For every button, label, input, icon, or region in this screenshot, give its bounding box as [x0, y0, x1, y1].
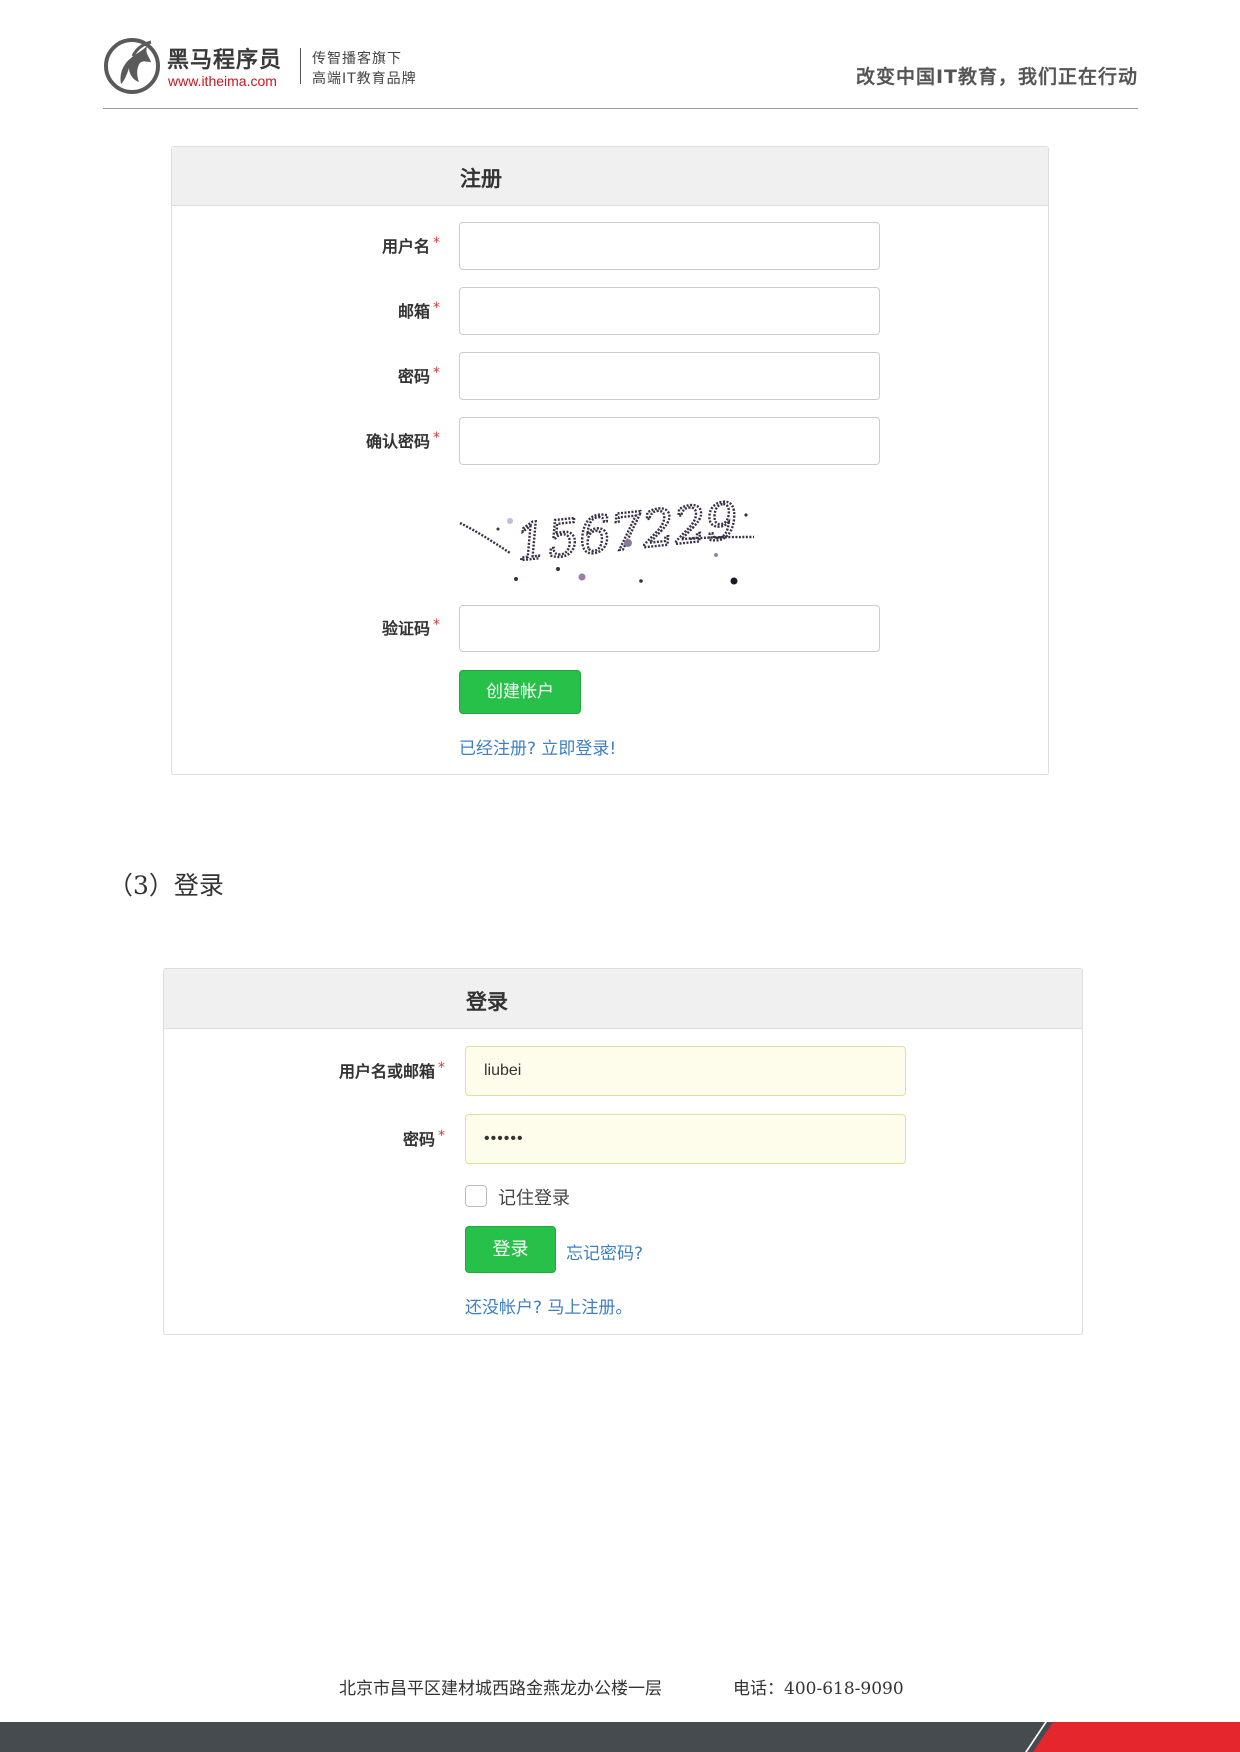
login-password-label: 密码 * [402, 1128, 445, 1149]
brand-url: www.itheima.com [168, 73, 277, 89]
forgot-password-link[interactable]: 忘记密码? [566, 1239, 643, 1264]
required-mark: * [433, 430, 440, 446]
footer-phone: 电话：400-618-9090 [733, 1679, 904, 1699]
captcha-label: 验证码 * [381, 617, 440, 638]
register-panel-heading: 注册 [172, 147, 1048, 206]
page-header: 黑马程序员 www.itheima.com 传智播客旗下 高端IT教育品牌 改变… [103, 36, 1138, 109]
login-password-input[interactable] [465, 1114, 906, 1164]
login-panel-heading: 登录 [164, 969, 1082, 1029]
login-button[interactable]: 登录 [465, 1226, 556, 1273]
brand-tagline-line2: 高端IT教育品牌 [312, 71, 417, 87]
register-title: 注册 [460, 167, 502, 191]
required-mark: * [438, 1128, 445, 1144]
already-registered-login-link[interactable]: 已经注册? 立即登录! [459, 734, 616, 759]
create-account-button[interactable]: 创建帐户 [459, 670, 581, 714]
brand-logo[interactable]: 黑马程序员 www.itheima.com 传智播客旗下 高端IT教育品牌 [103, 36, 443, 96]
login-title: 登录 [466, 990, 508, 1014]
username-label: 用户名 * [381, 235, 440, 256]
brand-tagline-line1: 传智播客旗下 [312, 51, 402, 67]
password-label: 密码 * [397, 365, 440, 386]
brand-name: 黑马程序员 [167, 48, 283, 73]
captcha-input[interactable] [459, 605, 880, 652]
required-mark: * [433, 617, 440, 633]
email-label: 邮箱 * [397, 300, 440, 321]
register-email-input[interactable] [459, 287, 880, 335]
required-mark: * [433, 300, 440, 316]
login-username-input[interactable] [465, 1046, 906, 1096]
remember-me-checkbox[interactable] [465, 1185, 487, 1207]
required-mark: * [433, 365, 440, 381]
captcha-image[interactable]: 1567229 [458, 489, 758, 587]
header-slogan: 改变中国IT教育，我们正在行动 [855, 66, 1138, 88]
brand-divider [300, 48, 301, 84]
footer-accent-stripe [1025, 1722, 1240, 1752]
register-now-link[interactable]: 还没帐户? 马上注册。 [465, 1293, 632, 1318]
section-heading: （3）登录 [108, 871, 224, 900]
register-username-input[interactable] [459, 222, 880, 270]
register-password-input[interactable] [459, 352, 880, 400]
confirm-password-label: 确认密码 * [365, 430, 440, 451]
required-mark: * [438, 1060, 445, 1076]
register-confirm-password-input[interactable] [459, 417, 880, 465]
login-username-label: 用户名或邮箱 * [338, 1060, 445, 1081]
footer-address: 北京市昌平区建材城西路金燕龙办公楼一层 [339, 1679, 662, 1699]
required-mark: * [433, 235, 440, 251]
horse-logo-icon [104, 38, 160, 94]
remember-me-label[interactable]: 记住登录 [498, 1184, 570, 1210]
captcha-text: 1567229 [513, 492, 741, 573]
